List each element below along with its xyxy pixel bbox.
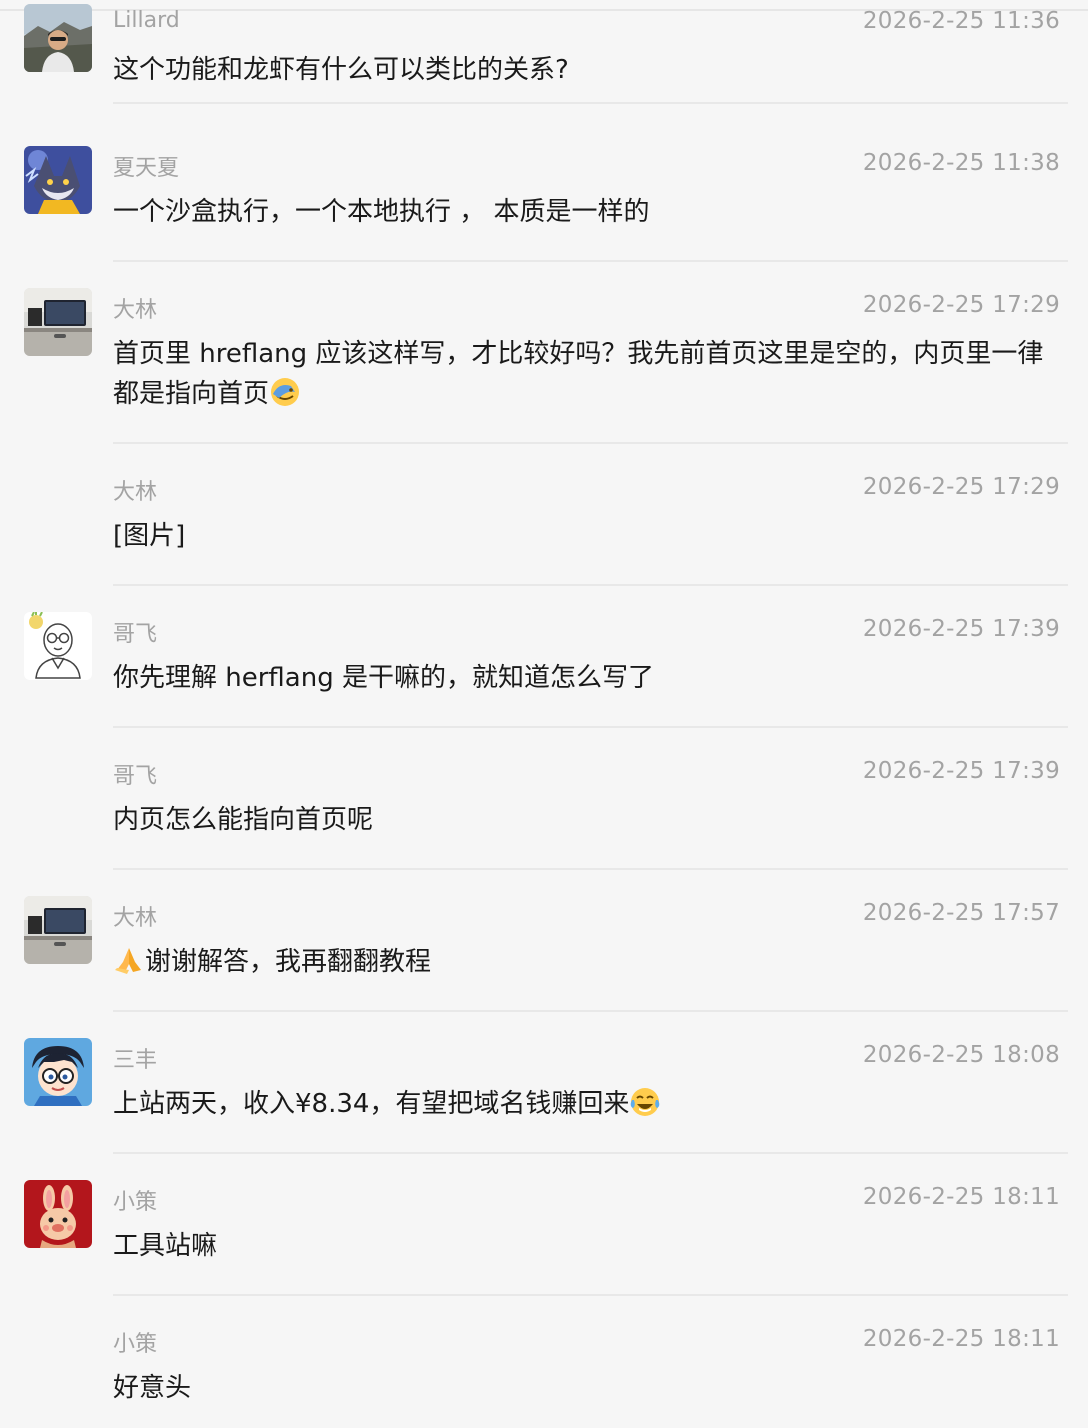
message-time: 2026-2-25 11:38 <box>862 150 1060 176</box>
desk-monitor-photo-icon <box>24 288 92 356</box>
chat-message: 大林 2026-2-25 17:29 首页里 hreflang 应该这样写，才比… <box>0 262 1088 444</box>
facepalm-emoji-icon <box>271 378 300 406</box>
avatar[interactable] <box>24 1038 92 1106</box>
tears-of-joy-emoji-icon <box>631 1088 660 1116</box>
message-text: 你先理解 herflang 是干嘛的，就知道怎么写了 <box>113 658 1063 698</box>
avatar[interactable] <box>24 4 92 72</box>
message-time: 2026-2-25 17:29 <box>862 292 1060 318</box>
sender-name: 大林 <box>113 298 158 323</box>
message-body: 谢谢解答，我再翻翻教程 <box>145 947 432 977</box>
chat-message: Lillard 2026-2-25 11:36 这个功能和龙虾有什么可以类比的关… <box>0 0 1088 104</box>
message-text: 好意头 <box>113 1368 1063 1408</box>
avatar[interactable] <box>24 288 92 356</box>
message-time: 2026-2-25 18:11 <box>862 1326 1060 1352</box>
chat-message: 哥飞 2026-2-25 17:39 内页怎么能指向首页呢 <box>0 728 1088 870</box>
person-mountain-photo-icon <box>24 4 92 72</box>
message-text: 一个沙盒执行，一个本地执行 ， 本质是一样的 <box>113 192 1063 232</box>
anime-glasses-boy-icon <box>24 1038 92 1106</box>
message-text: 工具站嘛 <box>113 1226 1063 1266</box>
cartoon-glasses-man-icon <box>24 612 92 680</box>
message-text: 内页怎么能指向首页呢 <box>113 800 1063 840</box>
sender-name: 大林 <box>113 480 158 505</box>
sender-name: 小策 <box>113 1332 158 1357</box>
message-time: 2026-2-25 11:36 <box>862 8 1060 34</box>
message-time: 2026-2-25 17:57 <box>862 900 1060 926</box>
sender-name: Lillard <box>113 8 180 33</box>
message-time: 2026-2-25 17:39 <box>862 758 1060 784</box>
message-body: 首页里 hreflang 应该这样写，才比较好吗？我先前首页这里是空的，内页里一… <box>113 339 1044 409</box>
chat-message: 夏天夏 2026-2-25 11:38 一个沙盒执行，一个本地执行 ， 本质是一… <box>0 120 1088 262</box>
sender-name: 哥飞 <box>113 622 158 647</box>
message-text[interactable]: [图片] <box>113 516 1063 556</box>
message-text: 上站两天，收入¥8.34，有望把域名钱赚回来 <box>113 1084 1063 1124</box>
chat-message: 大林 2026-2-25 17:29 [图片] <box>0 444 1088 586</box>
desk-monitor-photo-icon <box>24 896 92 964</box>
avatar[interactable] <box>24 146 92 214</box>
message-body: 工具站嘛 <box>113 1231 218 1261</box>
sender-name: 三丰 <box>113 1048 158 1073</box>
message-time: 2026-2-25 18:11 <box>862 1184 1060 1210</box>
message-body: 上站两天，收入¥8.34，有望把域名钱赚回来 <box>113 1089 630 1119</box>
message-time: 2026-2-25 18:08 <box>862 1042 1060 1068</box>
chat-message: 哥飞 2026-2-25 17:39 你先理解 herflang 是干嘛的，就知… <box>0 586 1088 728</box>
avatar[interactable] <box>24 1180 92 1248</box>
message-text: 谢谢解答，我再翻翻教程 <box>113 942 1063 982</box>
chat-message: 三丰 2026-2-25 18:08 上站两天，收入¥8.34，有望把域名钱赚回… <box>0 1012 1088 1154</box>
sender-name: 哥飞 <box>113 764 158 789</box>
message-body: [图片] <box>113 521 186 551</box>
chat-message: 小策 2026-2-25 18:11 工具站嘛 <box>0 1154 1088 1296</box>
red-rabbit-avatar-icon <box>24 1180 92 1248</box>
avatar[interactable] <box>24 896 92 964</box>
folded-hands-emoji-icon <box>115 948 141 974</box>
sender-name: 大林 <box>113 906 158 931</box>
chat-message: 大林 2026-2-25 17:57 谢谢解答，我再翻翻教程 <box>0 870 1088 1012</box>
chat-message: 小策 2026-2-25 18:11 好意头 <box>0 1296 1088 1428</box>
message-body: 内页怎么能指向首页呢 <box>113 805 374 835</box>
message-body: 好意头 <box>113 1373 192 1403</box>
message-body: 这个功能和龙虾有什么可以类比的关系? <box>113 55 569 85</box>
message-time: 2026-2-25 17:29 <box>862 474 1060 500</box>
sender-name: 夏天夏 <box>113 156 180 181</box>
anime-fox-avatar-icon <box>24 146 92 214</box>
message-body: 一个沙盒执行，一个本地执行 ， 本质是一样的 <box>113 197 650 227</box>
message-text: 这个功能和龙虾有什么可以类比的关系? <box>113 50 1063 90</box>
message-time: 2026-2-25 17:39 <box>862 616 1060 642</box>
message-divider <box>113 102 1068 104</box>
avatar[interactable] <box>24 612 92 680</box>
sender-name: 小策 <box>113 1190 158 1215</box>
message-text: 首页里 hreflang 应该这样写，才比较好吗？我先前首页这里是空的，内页里一… <box>113 334 1063 414</box>
message-body: 你先理解 herflang 是干嘛的，就知道怎么写了 <box>113 663 654 693</box>
